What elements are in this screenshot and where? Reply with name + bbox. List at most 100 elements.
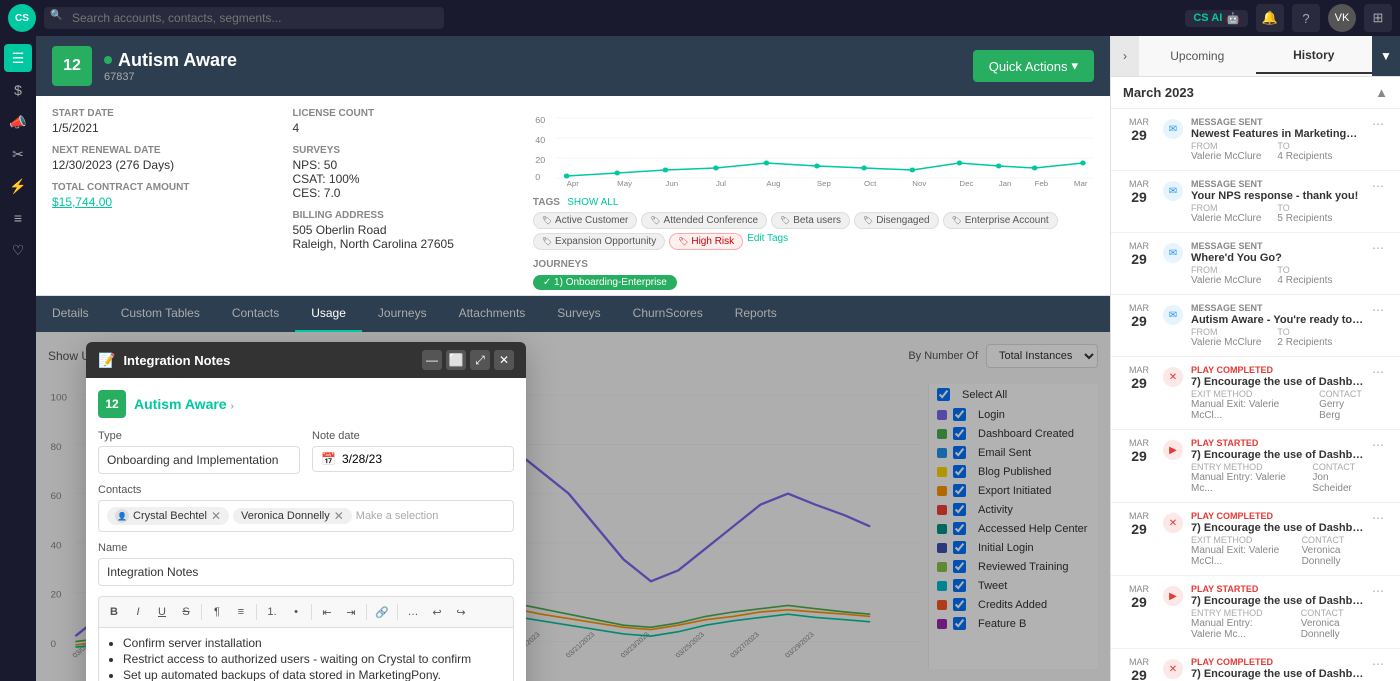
modal-restore-button[interactable]: ⬜ bbox=[446, 350, 466, 370]
activity-date-2: MAR 29 bbox=[1123, 179, 1155, 224]
type-date-row: Type Onboarding and Implementation Gener… bbox=[98, 430, 514, 474]
help-button[interactable]: ? bbox=[1292, 4, 1320, 32]
svg-text:Mar: Mar bbox=[1074, 179, 1088, 187]
activity-day-3: 29 bbox=[1123, 251, 1155, 267]
tag-expansion-opportunity[interactable]: Expansion Opportunity bbox=[533, 233, 665, 250]
tab-attachments[interactable]: Attachments bbox=[443, 296, 542, 332]
modal-account-name[interactable]: Autism Aware › bbox=[134, 396, 234, 412]
sidebar-icon-reports[interactable]: ≡ bbox=[4, 204, 32, 232]
name-input[interactable] bbox=[98, 558, 514, 586]
activity-date-6: MAR 29 bbox=[1123, 438, 1155, 494]
link-button[interactable]: 🔗 bbox=[371, 601, 393, 623]
contacts-label: Contacts bbox=[98, 484, 514, 496]
tab-upcoming[interactable]: Upcoming bbox=[1139, 39, 1256, 73]
activity-item-8: MAR 29 ▶ PLAY STARTED 7) Encourage the u… bbox=[1111, 576, 1400, 649]
activity-type-5: PLAY COMPLETED bbox=[1191, 365, 1364, 375]
note-date-input[interactable] bbox=[342, 452, 505, 466]
sidebar-icon-broadcast[interactable]: 📣 bbox=[4, 108, 32, 136]
svg-text:0: 0 bbox=[535, 172, 540, 181]
chevron-right-icon: › bbox=[230, 401, 233, 412]
journey-badge-onboarding[interactable]: ✓ 1) Onboarding-Enterprise bbox=[533, 275, 677, 290]
type-select[interactable]: Onboarding and Implementation General No… bbox=[98, 446, 300, 474]
tab-contacts[interactable]: Contacts bbox=[216, 296, 295, 332]
activity-icon-message-2: ✉ bbox=[1163, 181, 1183, 201]
activity-more-4[interactable]: ⋯ bbox=[1372, 303, 1388, 348]
panel-filter-button[interactable]: ▼ bbox=[1372, 36, 1400, 76]
activity-date-3: MAR 29 bbox=[1123, 241, 1155, 286]
activity-more-8[interactable]: ⋯ bbox=[1372, 584, 1388, 640]
expand-button[interactable]: ⊞ bbox=[1364, 4, 1392, 32]
underline-button[interactable]: U bbox=[151, 601, 173, 623]
activity-more-6[interactable]: ⋯ bbox=[1372, 438, 1388, 494]
sidebar-icon-favorites[interactable]: ♡ bbox=[4, 236, 32, 264]
tab-reports[interactable]: Reports bbox=[719, 296, 793, 332]
show-all-button[interactable]: SHOW ALL bbox=[567, 197, 618, 208]
tab-journeys[interactable]: Journeys bbox=[362, 296, 443, 332]
contacts-row: Contacts 👤 Crystal Bechtel ✕ Veronica Do… bbox=[98, 484, 514, 532]
ordered-list-button[interactable]: 1. bbox=[261, 601, 283, 623]
sidebar-icon-plays[interactable]: ⚡ bbox=[4, 172, 32, 200]
paragraph-button[interactable]: ¶ bbox=[206, 601, 228, 623]
align-left-button[interactable]: ≡ bbox=[230, 601, 252, 623]
bold-button[interactable]: B bbox=[103, 601, 125, 623]
outdent-button[interactable]: ⇤ bbox=[316, 601, 338, 623]
strikethrough-button[interactable]: S bbox=[175, 601, 197, 623]
tag-disengaged[interactable]: Disengaged bbox=[854, 212, 939, 229]
sidebar-icon-segments[interactable]: ✂ bbox=[4, 140, 32, 168]
activity-more-2[interactable]: ⋯ bbox=[1372, 179, 1388, 224]
contacts-input[interactable]: 👤 Crystal Bechtel ✕ Veronica Donnelly ✕ … bbox=[98, 500, 514, 532]
renewal-date-value: 12/30/2023 (276 Days) bbox=[52, 158, 276, 172]
remove-crystal-button[interactable]: ✕ bbox=[211, 510, 221, 522]
tag-enterprise-account[interactable]: Enterprise Account bbox=[943, 212, 1058, 229]
sidebar-icon-menu[interactable]: ☰ bbox=[4, 44, 32, 72]
tab-history[interactable]: History bbox=[1256, 38, 1373, 74]
calendar-icon: 📅 bbox=[321, 452, 336, 466]
tab-churnscores[interactable]: ChurnScores bbox=[617, 296, 719, 332]
edit-tags-button[interactable]: Edit Tags bbox=[747, 233, 788, 250]
tab-usage[interactable]: Usage bbox=[295, 296, 362, 332]
activity-more-7[interactable]: ⋯ bbox=[1372, 511, 1388, 567]
panel-toggle-button[interactable]: › bbox=[1111, 36, 1139, 76]
tag-attended-conference[interactable]: Attended Conference bbox=[641, 212, 767, 229]
activity-icon-play-4: ▶ bbox=[1163, 586, 1183, 606]
activity-title-6: 7) Encourage the use of Dashboards bbox=[1191, 449, 1364, 461]
top-nav-right: CS AI 🤖 🔔 ? VK ⊞ bbox=[1185, 4, 1392, 32]
modal-fullscreen-button[interactable]: ⤢ bbox=[470, 350, 490, 370]
activity-more-9[interactable]: ⋯ bbox=[1372, 657, 1388, 681]
tab-surveys[interactable]: Surveys bbox=[541, 296, 616, 332]
tag-beta-users[interactable]: Beta users bbox=[771, 212, 850, 229]
billing-address-section: BILLING ADDRESS 505 Oberlin Road Raleigh… bbox=[292, 210, 516, 251]
quick-actions-button[interactable]: Quick Actions ▾ bbox=[973, 50, 1094, 82]
activity-title-9: 7) Encourage the use of Dashboards bbox=[1191, 668, 1364, 680]
right-panel-header: › Upcoming History ▼ bbox=[1111, 36, 1400, 77]
account-id: 67837 bbox=[104, 71, 961, 83]
search-input[interactable] bbox=[44, 7, 444, 29]
modal-close-button[interactable]: ✕ bbox=[494, 350, 514, 370]
collapse-icon[interactable]: ▲ bbox=[1375, 85, 1388, 100]
editor-content[interactable]: Confirm server installation Restrict acc… bbox=[98, 627, 514, 681]
activity-title-2: Your NPS response - thank you! bbox=[1191, 190, 1364, 202]
tab-custom-tables[interactable]: Custom Tables bbox=[105, 296, 216, 332]
activity-day-9: 29 bbox=[1123, 667, 1155, 681]
italic-button[interactable]: I bbox=[127, 601, 149, 623]
activity-month-9: MAR bbox=[1123, 657, 1155, 667]
indent-button[interactable]: ⇥ bbox=[340, 601, 362, 623]
start-date-section: START DATE 1/5/2021 bbox=[52, 108, 276, 135]
tab-details[interactable]: Details bbox=[36, 296, 105, 332]
panel-date-header: March 2023 ▲ bbox=[1111, 77, 1400, 109]
remove-veronica-button[interactable]: ✕ bbox=[334, 510, 344, 522]
activity-more-5[interactable]: ⋯ bbox=[1372, 365, 1388, 421]
activity-more-3[interactable]: ⋯ bbox=[1372, 241, 1388, 286]
tag-high-risk[interactable]: High Risk bbox=[669, 233, 743, 250]
account-details-area: START DATE 1/5/2021 NEXT RENEWAL DATE 12… bbox=[36, 96, 1110, 296]
modal-minimize-button[interactable]: — bbox=[422, 350, 442, 370]
more-options-button[interactable]: … bbox=[402, 601, 424, 623]
activity-more-1[interactable]: ⋯ bbox=[1372, 117, 1388, 162]
notifications-button[interactable]: 🔔 bbox=[1256, 4, 1284, 32]
tag-active-customer[interactable]: Active Customer bbox=[533, 212, 638, 229]
user-avatar[interactable]: VK bbox=[1328, 4, 1356, 32]
undo-button[interactable]: ↩ bbox=[426, 601, 448, 623]
unordered-list-button[interactable]: • bbox=[285, 601, 307, 623]
sidebar-icon-dollar[interactable]: $ bbox=[4, 76, 32, 104]
redo-button[interactable]: ↪ bbox=[450, 601, 472, 623]
